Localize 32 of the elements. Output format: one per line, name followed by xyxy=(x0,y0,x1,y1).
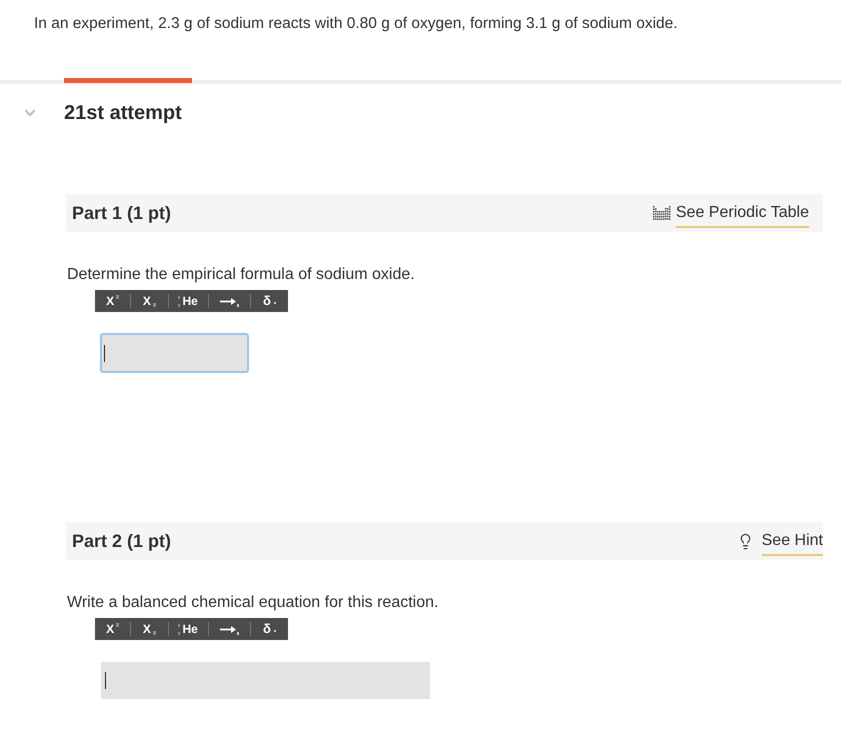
part-title: Part 2 (1 pt) xyxy=(72,530,172,553)
slot-icon xyxy=(178,632,180,634)
attempt-tab-indicator[interactable] xyxy=(64,78,192,83)
question-text: Determine the empirical formula of sodium oxide. xyxy=(67,265,416,285)
delta-button[interactable]: δ xyxy=(250,290,288,312)
answer-input-field[interactable] xyxy=(100,333,249,373)
arrow-right-icon xyxy=(220,298,236,304)
isotope-button[interactable]: He xyxy=(168,290,208,312)
answer-input-field[interactable] xyxy=(101,662,430,699)
subscript-button[interactable]: X xyxy=(131,290,168,312)
slot-icon xyxy=(236,304,239,307)
isotope-button[interactable]: He xyxy=(168,618,208,640)
slot-icon xyxy=(116,295,120,299)
slot-icon xyxy=(178,624,180,626)
attempt-title: 21st attempt xyxy=(64,101,182,126)
superscript-button[interactable]: X xyxy=(95,290,130,312)
slot-icon xyxy=(152,631,156,635)
part-title: Part 1 (1 pt) xyxy=(72,202,172,225)
periodic-table-icon xyxy=(652,206,671,220)
superscript-button[interactable]: X xyxy=(95,618,130,640)
slot-icon xyxy=(178,304,180,306)
slot-icon xyxy=(178,296,180,298)
periodic-table-link[interactable]: See Periodic Table xyxy=(652,198,809,228)
problem-statement: In an experiment, 2.3 g of sodium reacts with 0.80 g of oxygen, forming 3.1 g of sodium oxide. xyxy=(33,14,679,34)
slot-icon xyxy=(116,623,120,627)
subscript-button[interactable]: X xyxy=(131,618,168,640)
slot-icon xyxy=(152,303,156,307)
delta-button[interactable]: δ xyxy=(250,618,288,640)
slot-icon xyxy=(236,632,239,635)
see-hint-link[interactable]: See Hint xyxy=(736,526,823,556)
question-text: Write a balanced chemical equation for this reaction. xyxy=(67,593,440,613)
arrow-right-icon xyxy=(220,626,236,632)
